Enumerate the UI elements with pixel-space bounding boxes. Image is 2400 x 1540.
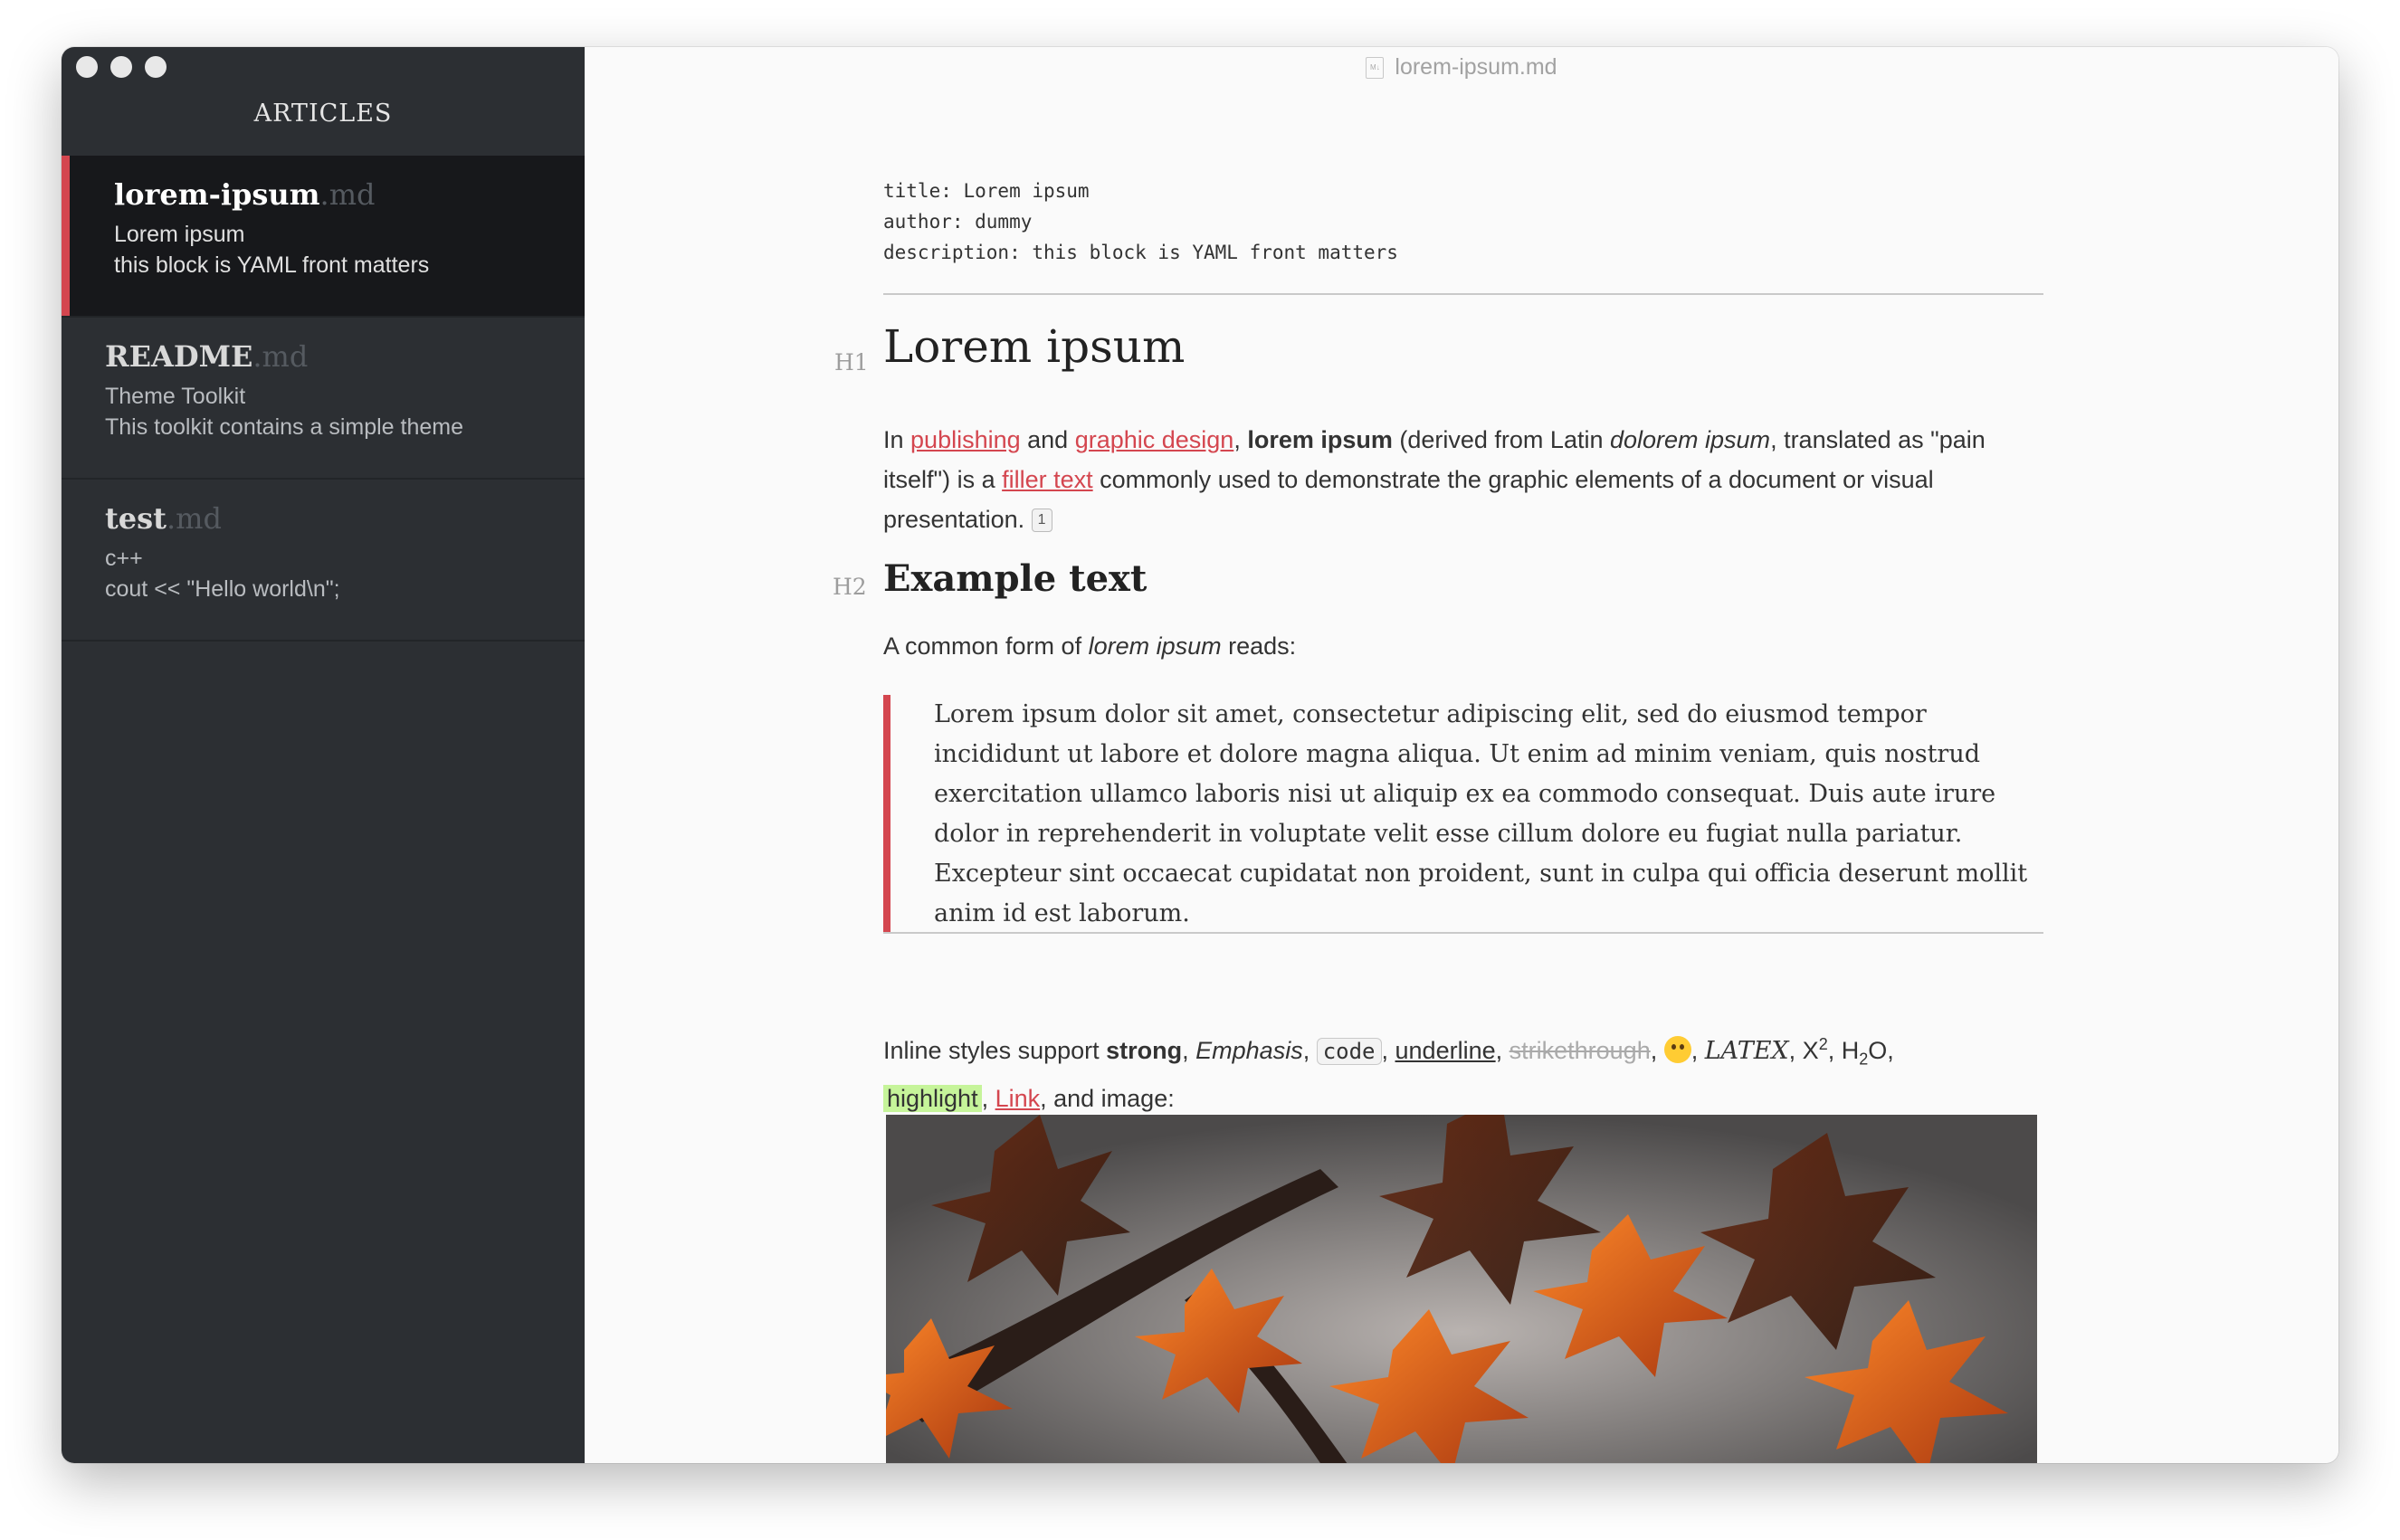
inline-styles-paragraph[interactable]: Inline styles support strong, Emphasis , … xyxy=(883,1024,2043,1118)
article-item-test[interactable]: test.md c++ cout << "Hello world\n"; xyxy=(62,480,585,642)
bold-text: lorem ipsum xyxy=(1247,426,1393,453)
text: , xyxy=(1302,1037,1317,1064)
editor-pane[interactable]: M↓ lorem-ipsum.md title: Lorem ipsum auth… xyxy=(585,47,2338,1463)
superscript-text: X2 xyxy=(1802,1035,1828,1064)
text: and xyxy=(1020,426,1075,453)
footnote-marker[interactable]: 1 xyxy=(1031,509,1052,532)
article-excerpt: c++ xyxy=(105,546,143,571)
latex-logo: LATEX xyxy=(1704,1037,1789,1065)
text: , xyxy=(1650,1037,1664,1064)
common-form-paragraph[interactable]: A common form of lorem ipsum reads: xyxy=(883,626,2043,666)
text: , xyxy=(1233,426,1248,453)
window-controls xyxy=(76,56,167,78)
front-matter-line: description: this block is YAML front ma… xyxy=(883,242,1398,263)
emphasis-text: Emphasis xyxy=(1195,1037,1303,1064)
article-excerpt: This toolkit contains a simple theme xyxy=(105,414,464,440)
underline-text: underline xyxy=(1395,1037,1496,1064)
article-excerpt: cout << "Hello world\n"; xyxy=(105,576,340,602)
article-item-lorem-ipsum[interactable]: lorem-ipsum.md Lorem ipsum this block is… xyxy=(62,156,585,318)
text: (derived from Latin xyxy=(1392,426,1610,453)
article-name: test xyxy=(105,501,167,536)
article-excerpt: Theme Toolkit xyxy=(105,384,246,409)
text: reads: xyxy=(1221,632,1297,660)
heading-level-marker: H1 xyxy=(834,349,869,375)
article-ext: .md xyxy=(166,501,222,536)
article-name: lorem-ipsum xyxy=(114,177,320,212)
yaml-front-matter[interactable]: title: Lorem ipsum author: dummy descrip… xyxy=(883,176,1398,268)
text: , xyxy=(1690,1037,1705,1064)
window-titlebar: M↓ lorem-ipsum.md xyxy=(585,54,2338,81)
article-excerpt: this block is YAML front matters xyxy=(114,252,430,278)
smile-emoji-icon xyxy=(1663,1036,1691,1063)
highlight-text: highlight xyxy=(883,1085,982,1113)
front-matter-line: title: Lorem ipsum xyxy=(883,180,1090,202)
autumn-leaves-illustration xyxy=(886,1115,2037,1463)
autumn-leaves-image[interactable] xyxy=(886,1115,2037,1463)
article-ext: .md xyxy=(252,339,309,374)
text: In xyxy=(883,426,911,453)
close-window-button[interactable] xyxy=(76,56,98,78)
italic-text: dolorem ipsum xyxy=(1609,426,1771,453)
article-excerpt: Lorem ipsum xyxy=(114,222,245,247)
markdown-file-icon: M↓ xyxy=(1366,57,1385,80)
zoom-window-button[interactable] xyxy=(145,56,167,78)
front-matter-divider xyxy=(883,293,2043,295)
intro-paragraph[interactable]: In publishing and graphic design, lorem … xyxy=(883,420,2043,539)
strong-text: strong xyxy=(1106,1037,1183,1064)
text: , xyxy=(1827,1037,1842,1064)
section-divider xyxy=(883,932,2043,934)
text: , xyxy=(981,1085,995,1113)
app-window: ARTICLES lorem-ipsum.md Lorem ipsum this… xyxy=(62,47,2338,1463)
italic-text: lorem ipsum xyxy=(1088,632,1222,660)
heading-level-marker: H2 xyxy=(833,574,867,600)
link-filler-text[interactable]: filler text xyxy=(1002,466,1093,493)
text: , xyxy=(1788,1037,1803,1064)
inline-code: code xyxy=(1316,1038,1382,1065)
text: , and image: xyxy=(1040,1085,1175,1113)
text: , xyxy=(1495,1037,1510,1064)
front-matter-line: author: dummy xyxy=(883,211,1033,233)
link-graphic-design[interactable]: graphic design xyxy=(1075,426,1234,453)
window-title: lorem-ipsum.md xyxy=(1395,54,1557,80)
text: A common form of xyxy=(883,632,1089,660)
text: , xyxy=(1182,1037,1196,1064)
heading-1[interactable]: Lorem ipsum xyxy=(883,320,1185,373)
sidebar: ARTICLES lorem-ipsum.md Lorem ipsum this… xyxy=(62,47,585,1463)
link-publishing[interactable]: publishing xyxy=(910,426,1021,453)
article-name: README xyxy=(105,339,253,374)
inline-link[interactable]: Link xyxy=(995,1085,1041,1112)
article-list: lorem-ipsum.md Lorem ipsum this block is… xyxy=(62,156,585,642)
minimize-window-button[interactable] xyxy=(110,56,132,78)
heading-2[interactable]: Example text xyxy=(883,557,1147,600)
strikethrough-text: strikethrough xyxy=(1509,1037,1651,1064)
article-ext: .md xyxy=(319,177,376,212)
blockquote[interactable]: Lorem ipsum dolor sit amet, consectetur … xyxy=(883,695,2043,934)
text: Inline styles support xyxy=(883,1037,1107,1064)
text: , xyxy=(1381,1037,1395,1064)
sidebar-title: ARTICLES xyxy=(253,100,393,128)
subscript-text: H2O, xyxy=(1841,1037,1894,1069)
article-item-readme[interactable]: README.md Theme Toolkit This toolkit con… xyxy=(62,318,585,480)
